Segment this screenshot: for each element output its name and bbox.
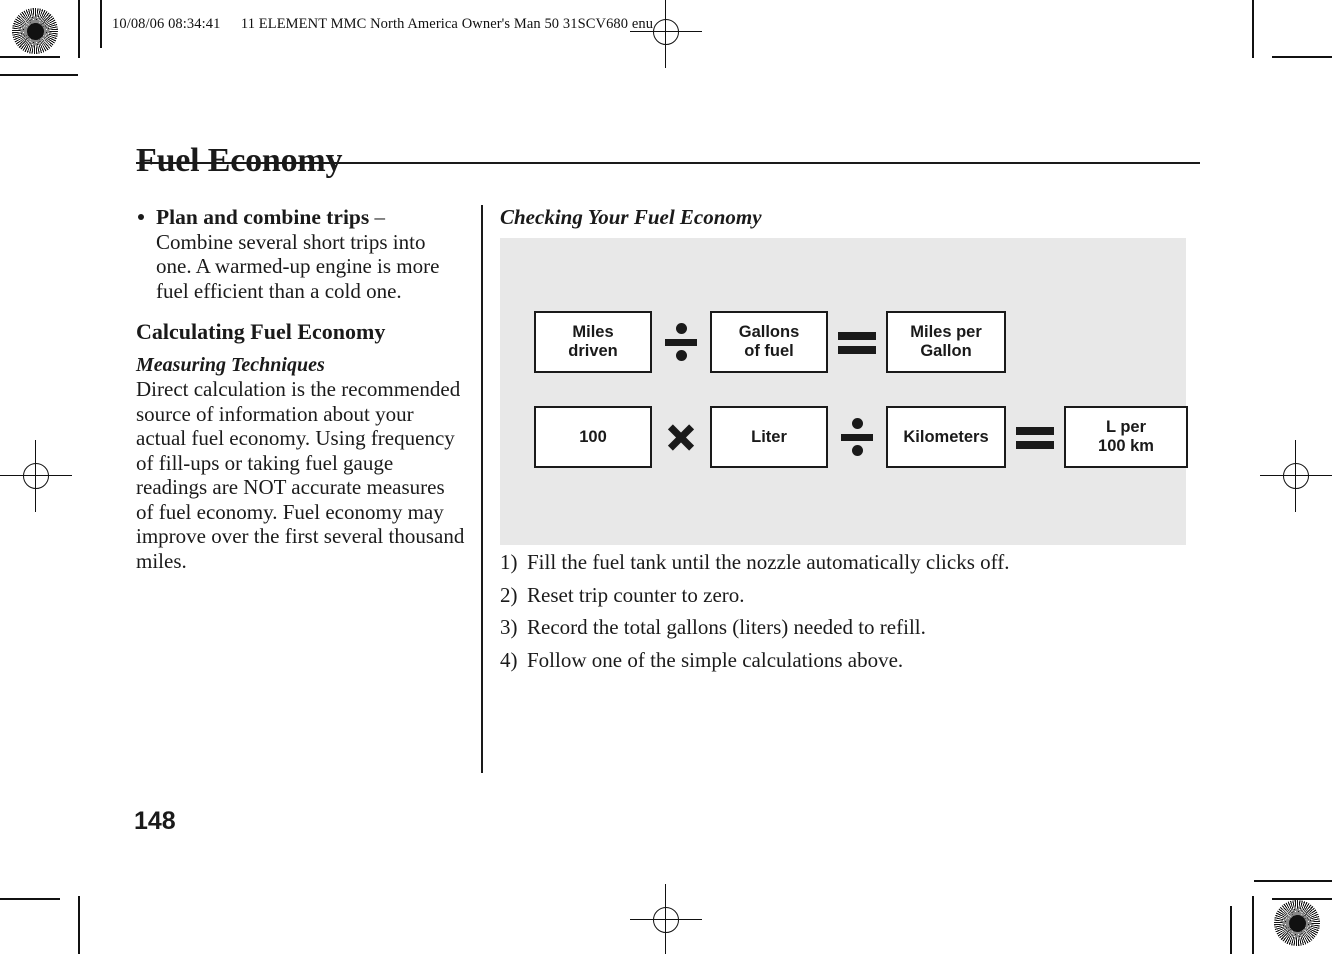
- registration-star-bottom-right: [1274, 900, 1320, 946]
- step-text-4: Follow one of the simple calculations ab…: [527, 647, 904, 672]
- formula-row-us-units: Miles driven Gallons of fuel Miles per G…: [534, 311, 1006, 373]
- formula-box-gallons-of-fuel: Gallons of fuel: [710, 311, 828, 373]
- heading-checking-your-fuel-economy: Checking Your Fuel Economy: [500, 205, 762, 229]
- formula-box-miles-per-gallon-line1: Miles per: [910, 323, 982, 341]
- crop-mark-bottom-left-vertical: [78, 896, 80, 954]
- step-text-3: Record the total gallons (liters) needed…: [527, 615, 926, 639]
- crop-mark-bottom-right-vertical: [1252, 896, 1254, 954]
- list-item: 1) Fill the fuel tank until the nozzle a…: [500, 550, 1200, 574]
- step-number-1: 1): [500, 550, 518, 574]
- left-column-paragraph: Direct calculation is the recommended so…: [136, 377, 465, 573]
- bullet-dot-icon: [138, 214, 144, 220]
- step-number-2: 2): [500, 582, 518, 607]
- crop-mark-bottom-left-horizontal: [0, 898, 60, 900]
- equals-icon: [828, 311, 886, 373]
- column-divider: [481, 205, 483, 773]
- running-header: 10/08/06 08:34:41 11 ELEMENT MMC North A…: [112, 16, 653, 33]
- crop-mark-top-right-horizontal: [1272, 56, 1332, 58]
- formula-box-l-per-100km: L per 100 km: [1064, 406, 1188, 468]
- formula-box-kilometers: Kilometers: [886, 406, 1006, 468]
- formula-box-l-per-100km-line1: L per: [1105, 418, 1147, 436]
- equals-icon-metric: [1006, 406, 1064, 468]
- list-item: 4) Follow one of the simple calculations…: [500, 648, 1200, 672]
- page-title: Fuel Economy: [136, 141, 343, 179]
- bullet-dash: –: [374, 205, 386, 229]
- crop-mark-top-left-inner-horizontal: [0, 74, 78, 76]
- formula-box-miles-per-gallon: Miles per Gallon: [886, 311, 1006, 373]
- formula-box-liter: Liter: [710, 406, 828, 468]
- crop-mark-bottom-right-horizontal: [1272, 898, 1332, 900]
- right-column: Checking Your Fuel Economy: [500, 205, 1200, 229]
- multiply-icon: [652, 406, 710, 468]
- crop-mark-top-left-horizontal: [0, 56, 60, 58]
- crop-mark-top-left-vertical: [78, 0, 80, 58]
- bullet-plan-and-combine-trips: Plan and combine trips – Combine several…: [136, 205, 466, 303]
- formula-box-l-per-100km-line2: 100 km: [1098, 437, 1154, 455]
- crop-mark-top-left-inner-vertical: [100, 0, 102, 48]
- step-number-4: 4): [500, 647, 518, 672]
- header-document-id: 11 ELEMENT MMC North America Owner's Man…: [240, 16, 654, 32]
- page-number: 148: [134, 807, 176, 835]
- left-column: Plan and combine trips – Combine several…: [136, 205, 466, 573]
- instruction-steps-list: 1) Fill the fuel tank until the nozzle a…: [500, 550, 1200, 680]
- formula-row-metric-units: 100 Liter Kilometers L per 100 km: [534, 406, 1188, 468]
- formula-box-miles-driven: Miles driven: [534, 311, 652, 373]
- subheading-measuring-techniques: Measuring Techniques: [136, 354, 325, 376]
- list-item: 3) Record the total gallons (liters) nee…: [500, 615, 1200, 639]
- formula-box-miles-per-gallon-line2: Gallon: [920, 342, 972, 360]
- bullet-lead-label: Plan and combine trips: [156, 205, 370, 229]
- divide-icon-metric: [828, 406, 886, 468]
- formula-box-100-line1: 100: [579, 427, 607, 446]
- formula-box-miles-driven-line1: Miles: [572, 323, 614, 341]
- step-text-2: Reset trip counter to zero.: [527, 582, 745, 607]
- crop-mark-bottom-right-inner-horizontal: [1254, 880, 1332, 882]
- crop-mark-top-right-vertical: [1252, 0, 1254, 58]
- formula-box-miles-driven-line2: driven: [568, 342, 618, 360]
- header-timestamp: 10/08/06 08:34:41: [112, 16, 221, 32]
- heading-calculating-fuel-economy: Calculating Fuel Economy: [136, 319, 386, 344]
- fuel-economy-formula-panel: Miles driven Gallons of fuel Miles per G…: [500, 238, 1188, 545]
- formula-box-liter-line1: Liter: [751, 427, 787, 446]
- registration-star-top-left: [12, 8, 58, 54]
- formula-box-100: 100: [534, 406, 652, 468]
- document-page: 10/08/06 08:34:41 11 ELEMENT MMC North A…: [0, 0, 1332, 954]
- step-text-1: Fill the fuel tank until the nozzle auto…: [527, 550, 1010, 574]
- list-item: 2) Reset trip counter to zero.: [500, 583, 1200, 607]
- formula-box-kilometers-line1: Kilometers: [903, 427, 989, 446]
- divide-icon: [652, 311, 710, 373]
- formula-box-gallons-of-fuel-line1: Gallons: [738, 323, 800, 341]
- title-rule: [136, 162, 1200, 164]
- bullet-body-text: Combine several short trips into one. A …: [156, 229, 440, 303]
- step-number-3: 3): [500, 615, 518, 639]
- crop-mark-bottom-right-inner-vertical: [1230, 906, 1232, 954]
- formula-box-gallons-of-fuel-line2: of fuel: [744, 342, 794, 360]
